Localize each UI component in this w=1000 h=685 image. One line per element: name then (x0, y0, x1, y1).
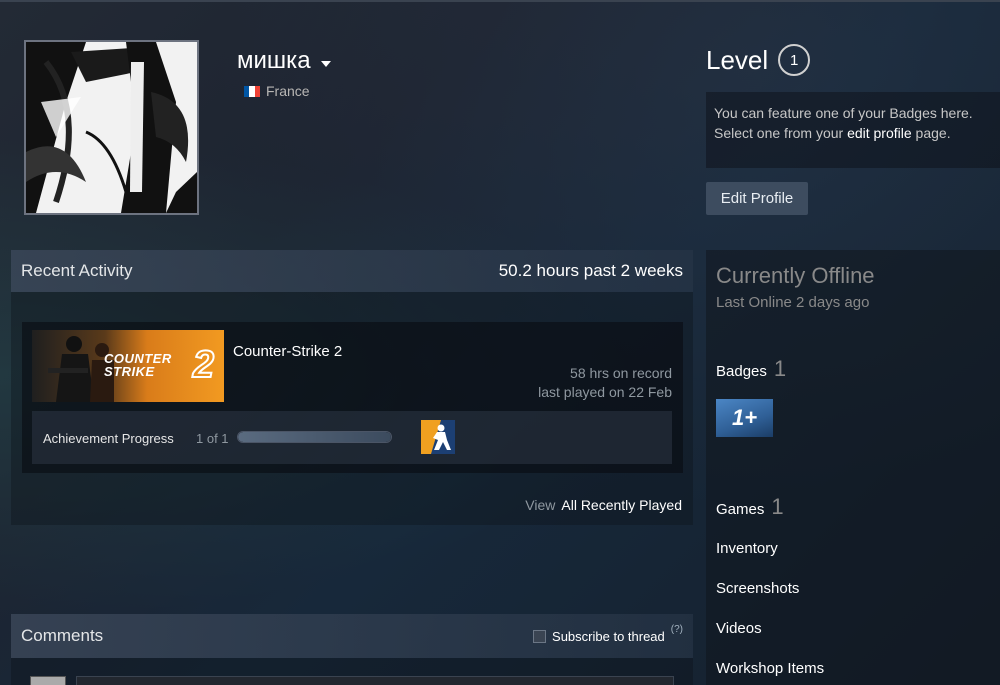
badges-link[interactable]: Badges 1 (716, 356, 786, 382)
games-count: 1 (771, 494, 784, 519)
comment-input[interactable] (76, 676, 674, 685)
badges-label: Badges (716, 363, 767, 380)
level-label: Level (706, 44, 769, 75)
commenter-avatar (30, 676, 66, 685)
featured-badge-placeholder: You can feature one of your Badges here.… (706, 92, 1000, 168)
persona-name-row: мишка (237, 47, 331, 75)
game-name-link[interactable]: Counter-Strike 2 (233, 343, 342, 360)
achievement-icon[interactable] (421, 420, 455, 454)
games-label: Games (716, 501, 765, 518)
badge-note-suffix: page. (911, 125, 951, 141)
last-online: Last Online 2 days ago (716, 294, 870, 311)
help-icon[interactable]: (?) (671, 624, 683, 635)
game-capsule-image[interactable]: COUNTER STRIKE 2 (32, 330, 224, 402)
profile-level: Level 1 (706, 44, 811, 76)
screenshots-link[interactable]: Screenshots (716, 580, 799, 597)
capsule-title: COUNTER STRIKE (104, 352, 172, 378)
persona-dropdown-caret-icon[interactable] (320, 61, 331, 67)
edit-profile-link[interactable]: edit profile (847, 125, 912, 141)
capsule-title-line2: STRIKE (104, 364, 155, 379)
subscribe-checkbox[interactable] (533, 629, 547, 643)
achievement-count: 1 of 1 (196, 431, 229, 446)
badge-icon[interactable]: 1+ (716, 399, 773, 437)
profile-avatar[interactable] (24, 40, 199, 215)
inventory-link[interactable]: Inventory (716, 540, 778, 557)
avatar-artwork (26, 42, 197, 213)
badge-note-line2: Select one from your edit profile page. (714, 123, 992, 143)
comments-header: Comments Subscribe to thread (?) (11, 614, 693, 658)
capsule-number: 2 (192, 343, 215, 387)
subscribe-label: Subscribe to thread (552, 628, 665, 644)
online-status: Currently Offline (716, 263, 875, 288)
games-link[interactable]: Games 1 (716, 494, 784, 520)
country-name: France (266, 83, 310, 99)
achievement-progress-label: Achievement Progress (43, 431, 174, 446)
view-label: View (525, 497, 556, 513)
france-flag-icon (244, 85, 260, 97)
top-divider (0, 0, 1000, 2)
game-last-played: last played on 22 Feb (538, 384, 672, 400)
cs-achievement-icon (421, 420, 455, 454)
recent-activity-header: Recent Activity 50.2 hours past 2 weeks (11, 250, 693, 292)
workshop-items-link[interactable]: Workshop Items (716, 660, 824, 677)
comments-title: Comments (21, 626, 104, 645)
edit-profile-button[interactable]: Edit Profile (706, 182, 808, 215)
badge-note-prefix: Select one from your (714, 125, 848, 141)
profile-location: France (244, 83, 310, 99)
all-recently-played-link[interactable]: All Recently Played (561, 497, 682, 513)
subscribe-thread-toggle[interactable]: Subscribe to thread (?) (533, 624, 683, 644)
achievement-progress-fill (238, 432, 391, 442)
level-badge[interactable]: 1 (778, 44, 811, 76)
videos-link[interactable]: Videos (716, 620, 762, 637)
achievement-progress-bar (237, 431, 392, 443)
view-all-recent: View All Recently Played (525, 497, 682, 513)
recent-activity-title: Recent Activity (21, 261, 133, 280)
badge-note-line1: You can feature one of your Badges here. (714, 105, 973, 121)
persona-name: мишка (237, 47, 311, 74)
game-hours-on-record: 58 hrs on record (570, 365, 672, 381)
badges-count: 1 (773, 356, 787, 381)
recent-hours-summary: 50.2 hours past 2 weeks (498, 261, 683, 280)
